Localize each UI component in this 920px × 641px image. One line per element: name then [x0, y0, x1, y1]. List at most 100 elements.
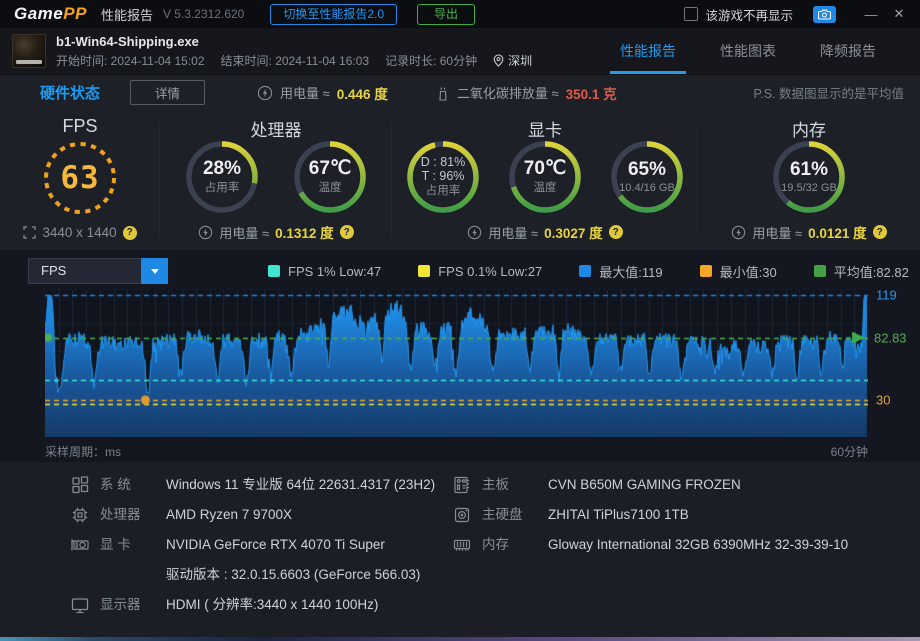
cpu-usage-gauge: 28% 占用率 [185, 140, 259, 214]
legend-item: FPS 0.1% Low:27 [418, 264, 542, 279]
gamepp-window: GamePP 性能报告 V 5.3.2312.620 切换至性能报告2.0 导出… [0, 0, 920, 637]
cpu-temp-gauge: 67℃ 温度 [293, 140, 367, 214]
metric-dropdown-value: FPS [41, 263, 67, 278]
dropdown-arrow-button[interactable] [141, 258, 168, 284]
co2-stat: 二氧化碳排放量 ≈ 350.1 克 [436, 83, 617, 103]
legend-item: FPS 1% Low:47 [268, 264, 381, 279]
legend-swatch [579, 265, 592, 277]
motherboard-icon [452, 474, 482, 496]
sysinfo-label: 主硬盘 [482, 507, 523, 522]
fps-chart-canvas[interactable] [45, 290, 868, 437]
sysinfo-row-gpu: 显 卡 NVIDIA GeForce RTX 4070 Ti Super 驱动版本 … [70, 534, 452, 586]
gpu-usage-gauge: D : 81% T : 96% 占用率 [406, 140, 480, 214]
cpu-icon [70, 504, 100, 526]
detail-button[interactable]: 详情 [130, 80, 206, 105]
ps-note: P.S. 数据图显示的是平均值 [753, 87, 904, 101]
titlebar: GamePP 性能报告 V 5.3.2312.620 切换至性能报告2.0 导出… [0, 0, 920, 28]
sysinfo-row-disk: 主硬盘 ZHITAI TiPlus7100 1TB [452, 504, 920, 526]
chevron-down-icon [150, 268, 159, 274]
sysinfo-value: CVN B650M GAMING FROZEN [548, 477, 741, 492]
chart-max-label: 119 [876, 287, 897, 303]
sysinfo-row-motherboard: 主板 CVN B650M GAMING FROZEN [452, 474, 920, 496]
sysinfo-value: ZHITAI TiPlus7100 1TB [548, 507, 689, 522]
ram-icon [452, 534, 482, 556]
tab-performance-report[interactable]: 性能报告 [598, 28, 698, 74]
cpu-panel: 处理器 28% 占用率 67℃ 温度 用电量 ≈ 0.1312 度 ? [160, 110, 392, 250]
legend-item: 最大值:119 [579, 262, 663, 281]
gpu-temp-gauge: 70℃ 温度 [508, 140, 582, 214]
hardware-status-bar: 硬件状态 详情 用电量 ≈ 0.446 度 二氧化碳排放量 ≈ 350.1 克 … [0, 75, 920, 110]
export-button[interactable]: 导出 [417, 3, 476, 25]
legend-label: 最小值:30 [719, 264, 777, 280]
chart-min-label: 30 [876, 392, 891, 408]
sysinfo-row-ram: 内存 Gloway International 32GB 6390MHz 32-3… [452, 534, 920, 556]
duration-axis-label: 60分钟 [830, 445, 868, 459]
ram-power-row: 用电量 ≈ 0.0121 度 ? [698, 222, 920, 242]
co2-chimney-icon [439, 86, 447, 101]
legend-item: 最小值:30 [699, 262, 777, 281]
desktop-wallpaper-strip [0, 637, 920, 641]
metric-dropdown[interactable]: FPS [28, 258, 168, 284]
window-title: 性能报告 [100, 7, 153, 23]
fps-help-icon[interactable]: ? [122, 225, 137, 240]
cpu-power-value: 0.1312 度 [275, 226, 334, 241]
start-time: 开始时间: 2024-11-04 15:02 [56, 53, 205, 68]
resolution-icon [23, 226, 36, 239]
version-label: V 5.3.2312.620 [162, 7, 245, 21]
co2-value: 350.1 克 [565, 86, 617, 102]
cpu-title: 处理器 [250, 121, 302, 140]
fps-resolution: 3440 x 1440 [42, 225, 117, 240]
sysinfo-label: 显示器 [100, 597, 141, 612]
game-icon [12, 34, 46, 68]
gpu-power-row: 用电量 ≈ 0.3027 度 ? [392, 222, 698, 242]
legend-label: 平均值:82.82 [833, 264, 909, 280]
legend-swatch [813, 265, 826, 277]
report-header: b1-Win64-Shipping.exe 开始时间: 2024-11-04 1… [0, 28, 920, 75]
dont-show-game-label: 该游戏不再显示 [705, 8, 793, 23]
fps-gauge: 63 [42, 140, 118, 216]
power-icon [732, 225, 746, 239]
sysinfo-value: 驱动版本 : 32.0.15.6603 (GeForce 566.03) [166, 567, 421, 582]
total-power-stat: 用电量 ≈ 0.446 度 [257, 83, 388, 103]
sysinfo-row-monitor: 显示器 HDMI ( 分辨率:3440 x 1440 100Hz) [70, 594, 452, 616]
gpu-power-value: 0.3027 度 [544, 226, 603, 241]
sysinfo-value: NVIDIA GeForce RTX 4070 Ti Super [166, 537, 385, 552]
sysinfo-value: Gloway International 32GB 6390MHz 32-39-… [548, 537, 849, 552]
sysinfo-label: 系 统 [100, 477, 131, 492]
system-icon [70, 474, 100, 496]
screenshot-camera-icon[interactable] [813, 5, 836, 23]
fps-value: 63 [60, 160, 100, 196]
gpu-power-help-icon[interactable]: ? [608, 225, 623, 239]
ram-power-help-icon[interactable]: ? [872, 225, 887, 239]
total-power-value: 0.446 度 [336, 86, 388, 102]
legend-label: FPS 0.1% Low:27 [438, 263, 543, 279]
gpu-title: 显卡 [528, 121, 562, 140]
sysinfo-value: AMD Ryzen 7 9700X [166, 507, 293, 522]
tab-throttle-report[interactable]: 降频报告 [798, 28, 898, 74]
location-label: 深圳 [508, 53, 533, 68]
sysinfo-value: Windows 11 专业版 64位 22631.4317 (23H2) [166, 477, 436, 492]
legend-item: 平均值:82.82 [813, 262, 909, 281]
legend-swatch [268, 265, 280, 277]
cpu-power-help-icon[interactable]: ? [339, 225, 354, 239]
gpu-panel: 显卡 D : 81% T : 96% 占用率 70℃ 温度 65% 10.4/16 GB… [392, 110, 698, 250]
dont-show-game-checkbox[interactable] [684, 7, 699, 21]
fps-title: FPS [62, 116, 98, 136]
sysinfo-label: 显 卡 [100, 537, 131, 552]
switch-report-2-button[interactable]: 切换至性能报告2.0 [270, 3, 398, 25]
chart-legend: FPS 1% Low:47 FPS 0.1% Low:27 最大值:119 最小值:3… [268, 258, 909, 284]
tab-performance-chart[interactable]: 性能图表 [698, 28, 798, 74]
fps-panel: FPS 63 3440 x 1440 ? [0, 110, 160, 250]
minimize-button[interactable]: — [860, 7, 882, 22]
chart-avg-label: 82.83 [874, 330, 907, 346]
system-info-panel: 系 统 Windows 11 专业版 64位 22631.4317 (23H2) 处… [0, 462, 920, 637]
legend-label: 最大值:119 [599, 264, 663, 280]
power-icon [257, 85, 273, 100]
monitor-icon [70, 594, 100, 616]
power-icon [468, 225, 482, 239]
cpu-power-row: 用电量 ≈ 0.1312 度 ? [160, 222, 392, 242]
sysinfo-row-cpu: 处理器 AMD Ryzen 7 9700X [70, 504, 452, 526]
gpu-icon [70, 534, 100, 556]
close-button[interactable]: ✕ [888, 6, 910, 22]
hardware-status-title: 硬件状态 [40, 85, 101, 102]
